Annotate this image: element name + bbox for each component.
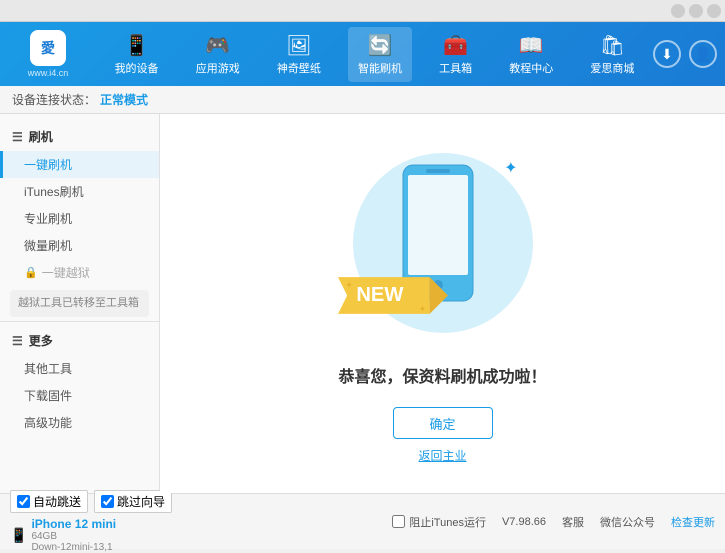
more-section-icon: ☰ bbox=[12, 334, 23, 348]
nav-tutorial[interactable]: 📖 教程中心 bbox=[499, 27, 563, 82]
toolbox-icon: 🧰 bbox=[443, 33, 468, 58]
more-section-title[interactable]: ☰ 更多 bbox=[0, 326, 159, 355]
check-update-link[interactable]: 检查更新 bbox=[671, 514, 715, 530]
stop-itunes[interactable]: 阻止iTunes运行 bbox=[392, 514, 486, 530]
smart-flash-icon: 🔄 bbox=[368, 33, 393, 58]
sidebar-item-pro-flash[interactable]: 专业刷机 bbox=[0, 205, 159, 232]
skip-wizard-label: 跳过向导 bbox=[117, 493, 165, 510]
status-value: 正常模式 bbox=[100, 91, 148, 108]
sidebar-item-download-firmware[interactable]: 下载固件 bbox=[0, 382, 159, 409]
device-storage: 64GB bbox=[31, 531, 116, 542]
skip-wizard-checkbox[interactable]: 跳过向导 bbox=[94, 490, 172, 513]
stop-itunes-checkbox[interactable] bbox=[392, 515, 405, 528]
nav-mall-label: 爱思商城 bbox=[590, 60, 634, 76]
nav-mall[interactable]: 🛍 爱思商城 bbox=[580, 27, 644, 82]
more-section-label: 更多 bbox=[29, 332, 53, 349]
logo-icon: 愛 bbox=[30, 30, 66, 66]
nav-right: ⬇ 👤 bbox=[653, 40, 717, 68]
maximize-btn[interactable] bbox=[689, 4, 703, 18]
success-text: 恭喜您，保资料刷机成功啦！ bbox=[338, 363, 546, 387]
lock-icon: 🔒 bbox=[24, 266, 38, 279]
main-area: ☰ 刷机 一键刷机 iTunes刷机 专业刷机 微量刷机 🔒 一键越狱 越狱工具… bbox=[0, 114, 725, 493]
content-area: ✦ ✦ NEW ✦ ✦ 恭喜您，保资料刷机成功啦！ 确定 返回主业 bbox=[160, 114, 725, 493]
device-name: iPhone 12 mini bbox=[31, 517, 116, 531]
nav-toolbox[interactable]: 🧰 工具箱 bbox=[429, 27, 482, 82]
flash-section-icon: ☰ bbox=[12, 130, 23, 144]
sidebar-item-one-key-flash[interactable]: 一键刷机 bbox=[0, 151, 159, 178]
stop-itunes-label: 阻止iTunes运行 bbox=[409, 514, 486, 530]
apps-games-icon: 🎮 bbox=[205, 33, 230, 58]
new-ribbon: NEW ✦ ✦ bbox=[333, 268, 453, 323]
bottom-left: 自动跳送 跳过向导 📱 iPhone 12 mini 64GB Down-12m… bbox=[10, 490, 392, 553]
nav-toolbox-label: 工具箱 bbox=[439, 60, 472, 76]
version-label: V7.98.66 bbox=[502, 516, 546, 528]
wechat-link[interactable]: 微信公众号 bbox=[600, 514, 655, 530]
bottom-bar: 自动跳送 跳过向导 📱 iPhone 12 mini 64GB Down-12m… bbox=[0, 493, 725, 549]
phone-icon: 📱 bbox=[10, 527, 27, 544]
sidebar-notice: 越狱工具已转移至工具箱 bbox=[10, 290, 149, 317]
flash-section-title[interactable]: ☰ 刷机 bbox=[0, 122, 159, 151]
device-row: 📱 iPhone 12 mini 64GB Down-12mini-13,1 bbox=[10, 517, 392, 553]
nav-smart-flash-label: 智能刷机 bbox=[358, 60, 402, 76]
logo-site: www.i4.cn bbox=[28, 68, 69, 78]
wallpaper-icon: 🖼 bbox=[286, 33, 311, 58]
checkbox-row: 自动跳送 跳过向导 bbox=[10, 490, 392, 513]
skip-wizard-input[interactable] bbox=[101, 495, 114, 508]
sidebar-item-itunes-flash[interactable]: iTunes刷机 bbox=[0, 178, 159, 205]
nav-wallpaper-label: 神奇壁纸 bbox=[277, 60, 321, 76]
download-firmware-label: 下载固件 bbox=[24, 389, 72, 403]
auto-jump-label: 自动跳送 bbox=[33, 493, 81, 510]
title-bar bbox=[0, 0, 725, 22]
status-bar: 设备连接状态： 正常模式 bbox=[0, 86, 725, 114]
header: 愛 www.i4.cn 📱 我的设备 🎮 应用游戏 🖼 神奇壁纸 🔄 智能刷机 … bbox=[0, 22, 725, 86]
download-btn[interactable]: ⬇ bbox=[653, 40, 681, 68]
close-btn[interactable] bbox=[707, 4, 721, 18]
mall-icon: 🛍 bbox=[600, 33, 625, 58]
user-btn[interactable]: 👤 bbox=[689, 40, 717, 68]
auto-jump-checkbox[interactable]: 自动跳送 bbox=[10, 490, 88, 513]
tutorial-icon: 📖 bbox=[519, 33, 544, 58]
minimize-btn[interactable] bbox=[671, 4, 685, 18]
nav-wallpaper[interactable]: 🖼 神奇壁纸 bbox=[267, 27, 331, 82]
other-tools-label: 其他工具 bbox=[24, 362, 72, 376]
advanced-label: 高级功能 bbox=[24, 416, 72, 430]
phone-illustration: ✦ ✦ NEW ✦ ✦ bbox=[343, 143, 543, 343]
bottom-right: V7.98.66 客服 微信公众号 检查更新 bbox=[502, 514, 715, 530]
svg-text:✦: ✦ bbox=[418, 304, 426, 314]
nav-apps-games[interactable]: 🎮 应用游戏 bbox=[186, 27, 250, 82]
auto-jump-input[interactable] bbox=[17, 495, 30, 508]
sidebar-locked-jailbreak: 🔒 一键越狱 bbox=[0, 259, 159, 286]
my-device-icon: 📱 bbox=[124, 33, 149, 58]
svg-text:NEW: NEW bbox=[356, 284, 403, 306]
nav-my-device[interactable]: 📱 我的设备 bbox=[105, 27, 169, 82]
nav-smart-flash[interactable]: 🔄 智能刷机 bbox=[348, 27, 412, 82]
sparkle-top-right: ✦ bbox=[504, 158, 517, 178]
micro-flash-label: 微量刷机 bbox=[24, 239, 72, 253]
status-label: 设备连接状态： bbox=[12, 91, 96, 108]
sidebar-divider bbox=[0, 321, 159, 322]
pro-flash-label: 专业刷机 bbox=[24, 212, 72, 226]
nav-apps-games-label: 应用游戏 bbox=[196, 60, 240, 76]
flash-section-label: 刷机 bbox=[29, 128, 53, 145]
device-system: Down-12mini-13,1 bbox=[31, 542, 116, 553]
notice-text: 越狱工具已转移至工具箱 bbox=[18, 297, 139, 309]
confirm-button[interactable]: 确定 bbox=[393, 407, 493, 439]
back-link[interactable]: 返回主业 bbox=[418, 447, 466, 464]
sidebar-item-micro-flash[interactable]: 微量刷机 bbox=[0, 232, 159, 259]
nav-tutorial-label: 教程中心 bbox=[509, 60, 553, 76]
device-details: iPhone 12 mini 64GB Down-12mini-13,1 bbox=[31, 517, 116, 553]
svg-text:✦: ✦ bbox=[345, 280, 353, 290]
nav-items: 📱 我的设备 🎮 应用游戏 🖼 神奇壁纸 🔄 智能刷机 🧰 工具箱 📖 教程中心… bbox=[96, 27, 653, 82]
nav-my-device-label: 我的设备 bbox=[115, 60, 159, 76]
sidebar-item-other-tools[interactable]: 其他工具 bbox=[0, 355, 159, 382]
sidebar: ☰ 刷机 一键刷机 iTunes刷机 专业刷机 微量刷机 🔒 一键越狱 越狱工具… bbox=[0, 114, 160, 493]
locked-label: 一键越狱 bbox=[42, 264, 90, 281]
one-key-flash-label: 一键刷机 bbox=[24, 158, 72, 172]
customer-service-link[interactable]: 客服 bbox=[562, 514, 584, 530]
logo[interactable]: 愛 www.i4.cn bbox=[8, 30, 88, 78]
sidebar-item-advanced[interactable]: 高级功能 bbox=[0, 409, 159, 436]
itunes-flash-label: iTunes刷机 bbox=[24, 185, 84, 199]
